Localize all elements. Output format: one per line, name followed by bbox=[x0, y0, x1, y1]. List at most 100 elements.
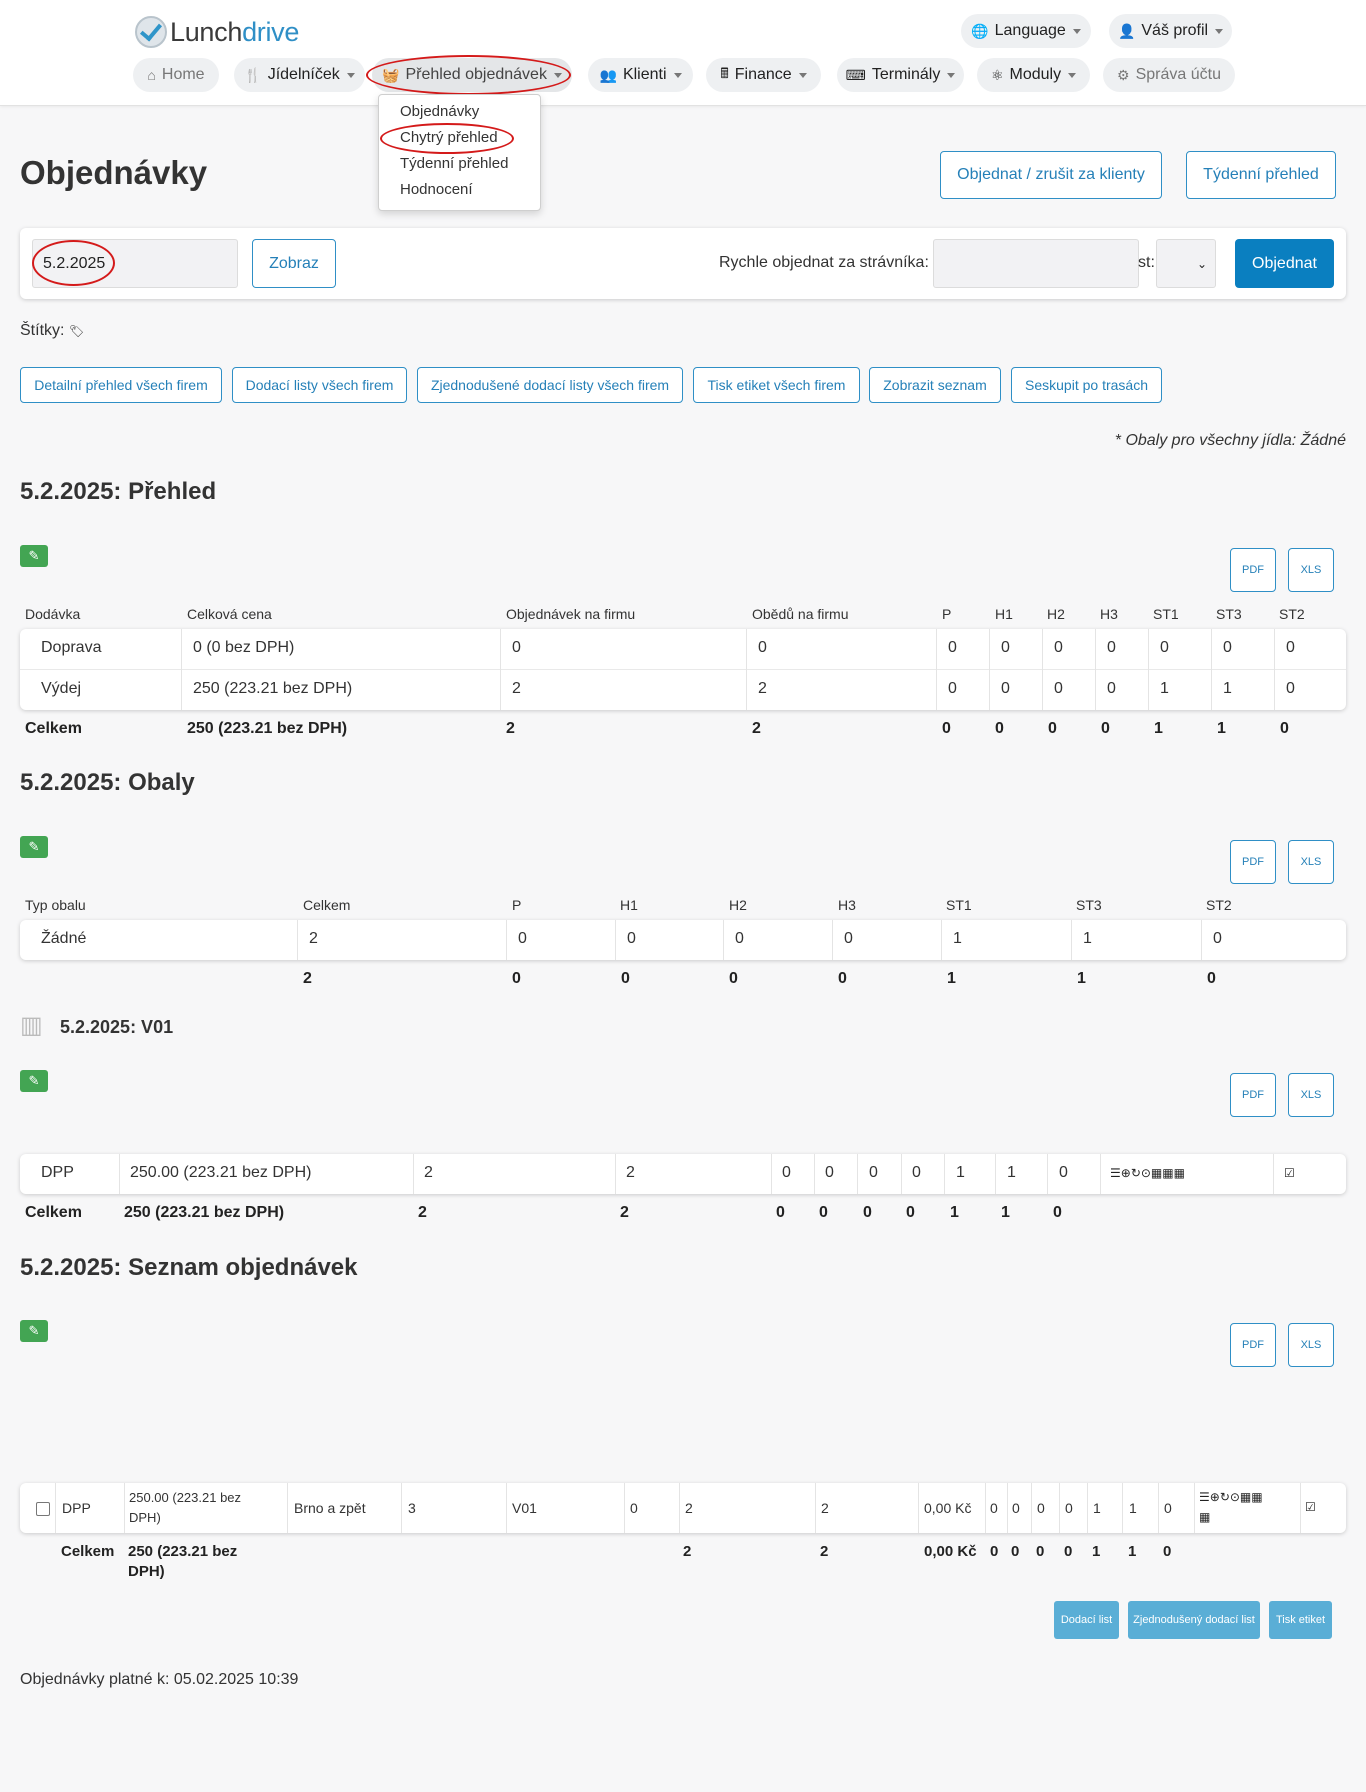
grid-icon[interactable]: ▦ bbox=[1199, 1510, 1210, 1524]
print-labels-all-button[interactable]: Tisk etiket všech firem bbox=[693, 367, 860, 403]
packaging-heading: 5.2.2025: Obaly bbox=[20, 769, 195, 796]
dropdown-item-smart-overview[interactable]: Chytrý přehled bbox=[400, 129, 498, 146]
total-cell: 0 bbox=[838, 970, 847, 987]
group-by-routes-button[interactable]: Seskupit po trasách bbox=[1011, 367, 1162, 403]
col-header: Celková cena bbox=[187, 606, 272, 622]
col-divider bbox=[1071, 920, 1072, 960]
table-cell: 0 bbox=[1286, 639, 1295, 656]
overview-heading: 5.2.2025: Přehled bbox=[20, 478, 217, 505]
nav-modules[interactable]: ⚛ Moduly bbox=[977, 58, 1090, 92]
col-divider bbox=[413, 1154, 414, 1194]
order-button[interactable]: Objednat bbox=[1235, 239, 1334, 288]
total-cell: 1 bbox=[1217, 720, 1226, 737]
pencil-icon: ✎ bbox=[28, 1323, 40, 1338]
chevron-down-icon bbox=[673, 72, 682, 78]
col-divider bbox=[1194, 1483, 1195, 1533]
chevron-down-icon bbox=[1072, 28, 1081, 34]
packaging-table bbox=[20, 920, 1346, 960]
diner-input[interactable] bbox=[933, 239, 1139, 288]
total-cell: 250 (223.21 bez DPH) bbox=[124, 1204, 285, 1221]
tags-label-text: Štítky: bbox=[20, 322, 65, 339]
pdf-button[interactable]: PDF bbox=[1230, 840, 1276, 884]
xls-button[interactable]: XLS bbox=[1288, 1073, 1334, 1117]
dropdown-item-orders[interactable]: Objednávky bbox=[400, 103, 479, 120]
st-select[interactable]: ⌄ bbox=[1156, 239, 1216, 288]
dropdown-item-weekly-overview[interactable]: Týdenní přehled bbox=[400, 155, 508, 172]
nav-home[interactable]: ⌂ Home bbox=[133, 58, 219, 92]
language-dropdown[interactable]: 🌐 Language bbox=[961, 14, 1091, 48]
nav-finance-label: Finance bbox=[734, 66, 792, 83]
check-edit-icon[interactable]: ☑ bbox=[1284, 1166, 1295, 1180]
print-labels-button[interactable]: Tisk etiket bbox=[1269, 1601, 1332, 1639]
row-action-icons[interactable]: ☰⊕↻⊙▦▦▦ bbox=[1110, 1166, 1185, 1180]
col-divider bbox=[1100, 1154, 1101, 1194]
edit-button[interactable]: ✎ bbox=[20, 836, 48, 858]
col-header: ST3 bbox=[1076, 897, 1102, 913]
table-cell: 0 bbox=[782, 1164, 791, 1181]
total-cell: 0 bbox=[1101, 720, 1110, 737]
delivery-note-button[interactable]: Dodací list bbox=[1054, 1601, 1119, 1639]
language-label: Language bbox=[994, 22, 1066, 39]
date-input[interactable]: 5.2.2025 bbox=[32, 239, 238, 288]
nav-orders-overview[interactable]: 🧺 Přehled objednávek bbox=[372, 58, 572, 92]
weekly-overview-button[interactable]: Týdenní přehled bbox=[1186, 151, 1336, 199]
total-cell: 2 bbox=[303, 970, 312, 987]
show-button[interactable]: Zobraz bbox=[252, 239, 336, 288]
nav-finance[interactable]: 🖩 Finance bbox=[706, 58, 821, 92]
edit-button[interactable]: ✎ bbox=[20, 1320, 48, 1342]
total-cell: 2 bbox=[506, 720, 515, 737]
table-cell: 0 bbox=[512, 639, 521, 656]
nav-menu[interactable]: 🍴 Jídelníček bbox=[234, 58, 365, 92]
xls-button[interactable]: XLS bbox=[1288, 548, 1334, 592]
detailed-overview-all-button[interactable]: Detailní přehled všech firem bbox=[20, 367, 222, 403]
nav-terminals[interactable]: ⌨ Terminály bbox=[837, 58, 964, 92]
total-cell: DPH) bbox=[128, 1563, 165, 1580]
pdf-button[interactable]: PDF bbox=[1230, 1323, 1276, 1367]
row-action-icons[interactable]: ☰⊕↻⊙▦▦ bbox=[1199, 1490, 1263, 1504]
col-header: Typ obalu bbox=[25, 897, 86, 913]
table-cell: 0 bbox=[948, 639, 957, 656]
check-edit-icon[interactable]: ☑ bbox=[1305, 1500, 1316, 1514]
total-cell: 0 bbox=[906, 1204, 915, 1221]
table-cell: 0 bbox=[1001, 639, 1010, 656]
pdf-button[interactable]: PDF bbox=[1230, 548, 1276, 592]
profile-dropdown[interactable]: 👤 Váš profil bbox=[1109, 14, 1232, 48]
total-cell: 0 bbox=[1048, 720, 1057, 737]
pdf-button[interactable]: PDF bbox=[1230, 1073, 1276, 1117]
nav-clients[interactable]: 👥 Klienti bbox=[588, 58, 693, 92]
cutlery-icon: 🍴 bbox=[244, 66, 262, 83]
edit-button[interactable]: ✎ bbox=[20, 1070, 48, 1092]
col-divider bbox=[995, 1154, 996, 1194]
orders-valid-timestamp: Objednávky platné k: 05.02.2025 10:39 bbox=[20, 1671, 299, 1688]
edit-button[interactable]: ✎ bbox=[20, 545, 48, 567]
col-divider bbox=[124, 1483, 125, 1533]
show-list-button[interactable]: Zobrazit seznam bbox=[869, 367, 1001, 403]
nav-menu-label: Jídelníček bbox=[267, 66, 340, 83]
table-cell: 1 bbox=[953, 930, 962, 947]
total-cell: 0 bbox=[1163, 1543, 1172, 1560]
xls-button[interactable]: XLS bbox=[1288, 1323, 1334, 1367]
row-checkbox[interactable] bbox=[36, 1502, 50, 1516]
table-cell: Výdej bbox=[41, 680, 82, 697]
lunchdrive-logo[interactable]: Lunch drive bbox=[135, 15, 299, 49]
building-icon: ▥ bbox=[20, 1012, 43, 1039]
col-header: H2 bbox=[1047, 606, 1065, 622]
col-header: Celkem bbox=[303, 897, 351, 913]
delivery-notes-all-button[interactable]: Dodací listy všech firem bbox=[232, 367, 407, 403]
col-divider bbox=[771, 1154, 772, 1194]
total-cell: 0 bbox=[1011, 1543, 1020, 1560]
xls-button[interactable]: XLS bbox=[1288, 840, 1334, 884]
chevron-down-icon bbox=[553, 72, 562, 78]
modules-icon: ⚛ bbox=[990, 66, 1004, 83]
table-cell: 0 bbox=[1059, 1164, 1068, 1181]
simplified-delivery-note-button[interactable]: Zjednodušený dodací list bbox=[1128, 1601, 1260, 1639]
dropdown-item-rating[interactable]: Hodnocení bbox=[400, 181, 473, 198]
pencil-icon: ✎ bbox=[28, 1073, 40, 1088]
table-cell: 0 bbox=[825, 1164, 834, 1181]
table-cell: 0 bbox=[630, 1500, 638, 1516]
order-for-clients-button[interactable]: Objednat / zrušit za klienty bbox=[940, 151, 1162, 199]
table-cell: 0 bbox=[1065, 1500, 1073, 1516]
nav-account[interactable]: ⚙ Správa účtu bbox=[1103, 58, 1235, 92]
simplified-delivery-notes-all-button[interactable]: Zjednodušené dodací listy všech firem bbox=[417, 367, 683, 403]
total-cell: 2 bbox=[683, 1543, 692, 1560]
